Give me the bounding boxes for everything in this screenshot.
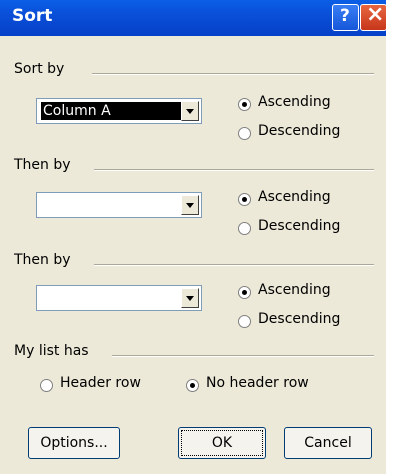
then-by-1-descending-radio[interactable] (238, 222, 251, 235)
title-bar[interactable]: Sort ? × (0, 0, 387, 36)
close-icon: × (366, 2, 385, 27)
help-icon: ? (340, 6, 350, 26)
help-button[interactable]: ? (332, 4, 359, 31)
ok-button[interactable]: OK (178, 427, 266, 459)
dropdown-arrow-icon[interactable] (181, 101, 199, 121)
then-by-2-descending-radio[interactable] (238, 315, 251, 328)
then-by-2-descending-label[interactable]: Descending (258, 311, 340, 327)
then-by-1-label: Then by (14, 157, 71, 173)
then-by-2-ascending-label[interactable]: Ascending (258, 282, 331, 298)
dropdown-arrow-icon[interactable] (181, 195, 199, 215)
close-button[interactable]: × (360, 2, 387, 31)
sort-by-label: Sort by (14, 61, 65, 77)
sort-by-descending-label[interactable]: Descending (258, 123, 340, 139)
then-by-1-ascending-radio[interactable] (238, 193, 251, 206)
sort-by-dropdown[interactable]: Column A (36, 98, 202, 124)
sort-by-ascending-radio[interactable] (238, 98, 251, 111)
sort-by-ascending-label[interactable]: Ascending (258, 94, 331, 110)
header-row-label[interactable]: Header row (60, 375, 141, 391)
sort-by-dropdown-value: Column A (41, 102, 183, 120)
then-by-2-label: Then by (14, 252, 71, 268)
sort-dialog: Sort ? × Sort by Column A Ascending Desc… (0, 0, 387, 474)
sort-by-descending-radio[interactable] (238, 127, 251, 140)
options-button[interactable]: Options... (28, 427, 120, 459)
no-header-row-radio[interactable] (186, 379, 199, 392)
then-by-2-divider (94, 264, 374, 266)
dialog-title: Sort (12, 6, 53, 26)
then-by-1-divider (94, 169, 374, 171)
then-by-1-ascending-label[interactable]: Ascending (258, 189, 331, 205)
my-list-has-divider (112, 355, 374, 357)
then-by-2-ascending-radio[interactable] (238, 286, 251, 299)
cancel-button[interactable]: Cancel (284, 427, 372, 459)
then-by-1-dropdown-value (41, 196, 45, 214)
then-by-1-descending-label[interactable]: Descending (258, 218, 340, 234)
my-list-has-label: My list has (14, 343, 89, 359)
then-by-1-dropdown[interactable] (36, 192, 202, 218)
then-by-2-dropdown[interactable] (36, 285, 202, 311)
dropdown-arrow-icon[interactable] (181, 288, 199, 308)
sort-by-divider (92, 73, 374, 75)
no-header-row-label[interactable]: No header row (206, 375, 309, 391)
header-row-radio[interactable] (40, 379, 53, 392)
then-by-2-dropdown-value (41, 289, 45, 307)
